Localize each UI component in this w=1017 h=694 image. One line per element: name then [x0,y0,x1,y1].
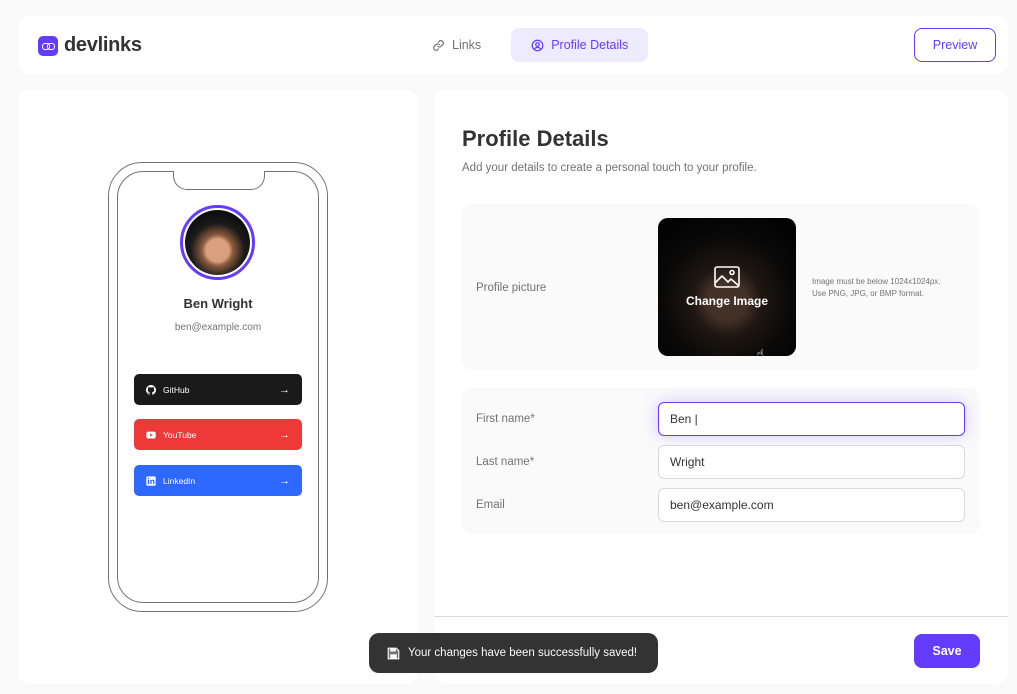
phone-mockup: Ben Wright ben@example.com GitHub → YouT… [108,162,328,612]
profile-picture-section: Profile picture Change Image ☝ Image mus… [462,204,980,370]
preview-email: ben@example.com [174,322,262,333]
preview-link-youtube[interactable]: YouTube → [134,419,302,450]
tab-links[interactable]: Links [418,28,495,62]
preview-link-label: GitHub [163,384,190,395]
github-icon [146,384,156,395]
preview-link-label: LinkedIn [163,475,196,486]
tab-profile-details-label: Profile Details [551,38,629,52]
preview-name: Ben Wright [183,296,253,311]
arrow-right-icon: → [279,428,290,441]
app-name: devlinks [64,34,142,56]
avatar [180,205,255,280]
save-button[interactable]: Save [914,634,980,668]
arrow-right-icon: → [279,474,290,487]
devlinks-logo-icon [38,35,58,56]
user-circle-icon [531,39,544,51]
last-name-label: Last name* [476,456,535,468]
floppy-disk-icon [387,647,400,659]
profile-picture-upload[interactable]: Change Image [658,218,796,356]
preview-link-label: YouTube [163,429,197,440]
phone-screen: Ben Wright ben@example.com GitHub → YouT… [117,170,319,603]
nav-tabs: Links Profile Details [418,28,649,62]
hint-line: Use PNG, JPG, or BMP format. [812,289,924,298]
preview-button[interactable]: Preview [914,28,996,62]
email-row: Email ben@example.com [476,488,966,522]
image-icon [714,266,740,288]
page-subtitle: Add your details to create a personal to… [462,162,757,174]
phone-notch [173,170,265,190]
preview-link-github[interactable]: GitHub → [134,374,302,405]
toast-message: Your changes have been successfully save… [408,647,638,659]
arrow-right-icon: → [279,383,290,396]
top-nav: devlinks Links Profile Details Preview [18,16,1008,74]
profile-fields-section: First name* Ben | Last name* Wright Emai… [462,388,980,534]
youtube-icon [146,431,156,438]
link-icon [433,39,444,51]
email-field[interactable]: ben@example.com [658,488,965,522]
hand-cursor-icon: ☝ [756,346,765,362]
avatar-image [185,210,250,275]
footer-divider [434,616,1008,617]
tab-profile-details[interactable]: Profile Details [511,28,649,62]
hint-line: Image must be below 1024x1024px. [812,277,941,286]
first-name-label: First name* [476,413,535,425]
email-label: Email [476,499,505,511]
profile-picture-hint: Image must be below 1024x1024px. Use PNG… [812,276,962,300]
tab-links-label: Links [452,38,482,52]
profile-picture-label: Profile picture [476,282,547,294]
logo[interactable]: devlinks [38,34,142,57]
first-name-field[interactable]: Ben | [658,402,965,436]
last-name-row: Last name* Wright [476,445,966,479]
success-toast: Your changes have been successfully save… [369,633,658,673]
page-title: Profile Details [462,126,609,151]
preview-link-linkedin[interactable]: LinkedIn → [134,465,302,496]
profile-details-panel: Profile Details Add your details to crea… [434,90,1008,684]
change-image-label: Change Image [685,294,769,308]
last-name-field[interactable]: Wright [658,445,965,479]
linkedin-icon [146,475,156,486]
phone-preview-panel: Ben Wright ben@example.com GitHub → YouT… [18,90,418,684]
first-name-row: First name* Ben | [476,402,966,436]
